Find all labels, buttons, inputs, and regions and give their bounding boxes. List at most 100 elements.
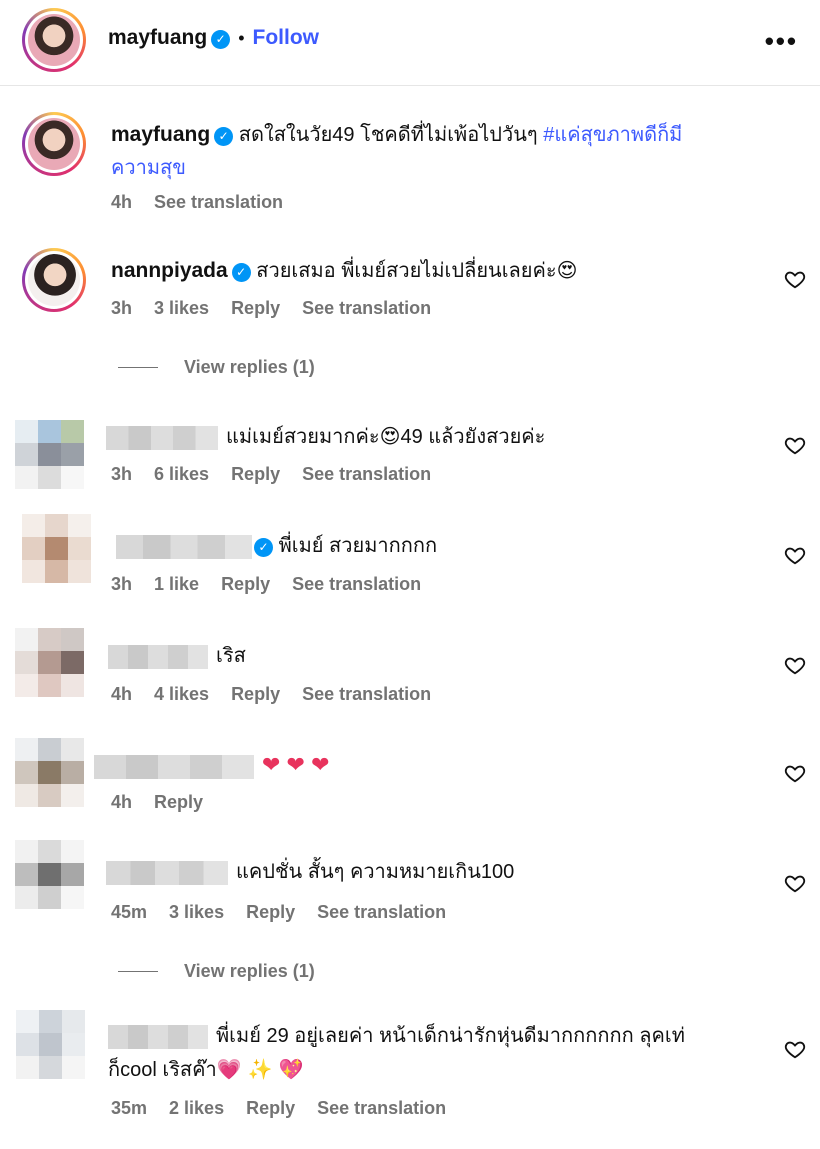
commenter-avatar[interactable] bbox=[15, 738, 85, 808]
like-heart-icon[interactable] bbox=[784, 268, 806, 290]
comment-text: พี่เมย์ สวยมากกกก bbox=[278, 535, 438, 557]
comment-text: แคปชั่น สั้นๆ ความหมายเกิน100 bbox=[236, 861, 515, 883]
comment-time: 35m bbox=[111, 1098, 148, 1118]
verified-badge-icon: ✓ bbox=[254, 538, 273, 557]
comment-likes[interactable]: 3 likes bbox=[154, 298, 209, 319]
like-heart-icon[interactable] bbox=[784, 544, 806, 566]
heart-eyes-emoji: 😍 bbox=[379, 424, 401, 448]
caption-text: สดใสในวัย49 โชคดีที่ไม่เพ้อไปวันๆ bbox=[238, 124, 538, 146]
hearts-emoji: ❤ ❤ ❤ bbox=[262, 752, 330, 777]
comment-text-block: แคปชั่น สั้นๆ ความหมายเกิน100 bbox=[106, 856, 514, 889]
view-replies-label[interactable]: View replies (1) bbox=[184, 357, 315, 378]
reply-button[interactable]: Reply bbox=[221, 574, 270, 595]
blurred-username[interactable] bbox=[108, 1024, 208, 1049]
comment-time: 45m bbox=[111, 902, 148, 922]
comment-meta: 3h 6 likes Reply See translation bbox=[111, 464, 431, 485]
verified-badge-icon: ✓ bbox=[214, 127, 234, 146]
comment-text-cont: 49 แล้วยังสวยค่ะ bbox=[400, 426, 546, 448]
caption-meta: 4h See translation bbox=[111, 192, 283, 213]
comment-text-block: แม่เมย์สวยมากค่ะ😍49 แล้วยังสวยค่ะ bbox=[106, 420, 545, 454]
comment-time: 3h bbox=[111, 574, 133, 594]
like-heart-icon[interactable] bbox=[784, 1038, 806, 1060]
view-replies-button[interactable]: View replies (1) bbox=[118, 961, 315, 982]
reply-button[interactable]: Reply bbox=[231, 298, 280, 319]
comment-text-block: เริส bbox=[108, 640, 246, 673]
comment-text: เริส bbox=[216, 645, 246, 667]
view-replies-line bbox=[118, 367, 158, 368]
view-replies-label[interactable]: View replies (1) bbox=[184, 961, 315, 982]
comment-text-block: nannpiyada ✓ สวยเสมอ พี่เมย์สวยไม่เปลี่ยน… bbox=[111, 254, 578, 288]
caption-time: 4h bbox=[111, 192, 133, 212]
comment-meta: 45m 3 likes Reply See translation bbox=[111, 902, 446, 923]
post-header: mayfuang ✓ • Follow ••• bbox=[0, 0, 820, 86]
reply-button[interactable]: Reply bbox=[246, 1098, 295, 1119]
comment-time: 3h bbox=[111, 464, 133, 484]
blurred-username[interactable] bbox=[116, 534, 252, 559]
reply-button[interactable]: Reply bbox=[231, 684, 280, 705]
comment-text-block: ❤ ❤ ❤ bbox=[94, 748, 330, 783]
author-avatar[interactable] bbox=[22, 8, 86, 72]
comment-likes[interactable]: 3 likes bbox=[169, 902, 224, 923]
comment-text: แม่เมย์สวยมากค่ะ bbox=[226, 426, 380, 448]
commenter-avatar[interactable] bbox=[15, 840, 85, 910]
reply-button[interactable]: Reply bbox=[246, 902, 295, 923]
header-author-line: mayfuang ✓ • Follow bbox=[108, 26, 319, 50]
like-heart-icon[interactable] bbox=[784, 762, 806, 784]
heart-eyes-emoji: 😍 bbox=[556, 258, 578, 282]
see-translation-link[interactable]: See translation bbox=[302, 464, 431, 485]
blurred-username[interactable] bbox=[106, 425, 218, 450]
see-translation-link[interactable]: See translation bbox=[292, 574, 421, 595]
blurred-username[interactable] bbox=[106, 860, 228, 885]
see-translation-link[interactable]: See translation bbox=[302, 298, 431, 319]
comment-time: 3h bbox=[111, 298, 133, 318]
commenter-avatar[interactable] bbox=[16, 1010, 86, 1080]
verified-badge-icon: ✓ bbox=[231, 263, 251, 282]
see-translation-link[interactable]: See translation bbox=[154, 192, 283, 213]
reply-button[interactable]: Reply bbox=[231, 464, 280, 485]
see-translation-link[interactable]: See translation bbox=[317, 1098, 446, 1119]
comment-likes[interactable]: 2 likes bbox=[169, 1098, 224, 1119]
like-heart-icon[interactable] bbox=[784, 654, 806, 676]
comment-meta: 4h Reply bbox=[111, 792, 203, 813]
like-heart-icon[interactable] bbox=[784, 434, 806, 456]
follow-button[interactable]: Follow bbox=[253, 26, 320, 49]
like-heart-icon[interactable] bbox=[784, 872, 806, 894]
commenter-avatar[interactable] bbox=[22, 248, 86, 312]
caption-hashtag-cont[interactable]: ความสุข bbox=[111, 157, 186, 179]
more-options-icon[interactable]: ••• bbox=[765, 26, 798, 57]
comment-likes[interactable]: 4 likes bbox=[154, 684, 209, 705]
comment-text-block: ✓ พี่เมย์ สวยมากกกก bbox=[116, 530, 437, 563]
caption-text-block: mayfuang ✓ สดใสในวัย49 โชคดีที่ไม่เพ้อไปว… bbox=[111, 118, 771, 185]
sparkling-heart-emoji: 💖 bbox=[278, 1057, 304, 1081]
commenter-avatar[interactable] bbox=[15, 420, 85, 490]
comment-text: สวยเสมอ พี่เมย์สวยไม่เปลี่ยนเลยค่ะ bbox=[256, 260, 557, 282]
see-translation-link[interactable]: See translation bbox=[317, 902, 446, 923]
comment-likes[interactable]: 6 likes bbox=[154, 464, 209, 485]
comment-text-block: พี่เมย์ 29 อยู่เลยค่า หน้าเด็กน่ารักหุ่น… bbox=[108, 1020, 758, 1087]
header-username[interactable]: mayfuang bbox=[108, 26, 207, 49]
commenter-avatar[interactable] bbox=[22, 514, 92, 584]
comment-meta: 4h 4 likes Reply See translation bbox=[111, 684, 431, 705]
verified-badge-icon: ✓ bbox=[211, 30, 231, 49]
view-replies-line bbox=[118, 971, 158, 972]
see-translation-link[interactable]: See translation bbox=[302, 684, 431, 705]
caption-hashtag[interactable]: #แค่สุขภาพดีก็มี bbox=[543, 124, 682, 146]
blurred-username[interactable] bbox=[108, 644, 208, 669]
comment-username[interactable]: nannpiyada bbox=[111, 259, 228, 282]
comment-text: พี่เมย์ 29 อยู่เลยค่า หน้าเด็กน่ารักหุ่น… bbox=[216, 1025, 685, 1047]
comment-time: 4h bbox=[111, 684, 133, 704]
caption-username[interactable]: mayfuang bbox=[111, 123, 210, 146]
commenter-avatar[interactable] bbox=[15, 628, 85, 698]
comment-likes[interactable]: 1 like bbox=[154, 574, 199, 595]
reply-button[interactable]: Reply bbox=[154, 792, 203, 813]
pink-heart-emoji: 💗 bbox=[216, 1057, 242, 1081]
comment-meta: 3h 3 likes Reply See translation bbox=[111, 298, 431, 319]
view-replies-button[interactable]: View replies (1) bbox=[118, 357, 315, 378]
caption-avatar[interactable] bbox=[22, 112, 86, 176]
comment-meta: 35m 2 likes Reply See translation bbox=[111, 1098, 446, 1119]
separator-dot: • bbox=[238, 28, 245, 48]
comment-text-cont: ก็cool เริสค๊า bbox=[108, 1059, 217, 1081]
blurred-username[interactable] bbox=[94, 754, 254, 779]
comment-time: 4h bbox=[111, 792, 133, 812]
sparkles-emoji: ✨ bbox=[247, 1057, 273, 1081]
